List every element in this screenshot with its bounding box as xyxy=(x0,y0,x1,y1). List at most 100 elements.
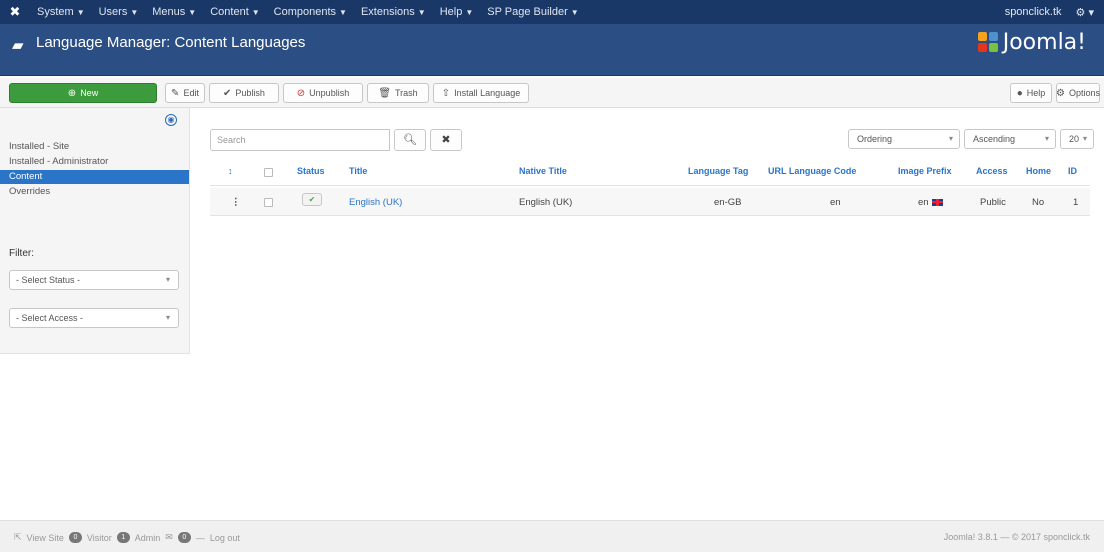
help-button-label: Help xyxy=(1026,88,1046,98)
publish-button-label: Publish xyxy=(235,88,265,98)
ordering-value: Ordering xyxy=(857,134,893,144)
new-button-label: New xyxy=(80,88,99,98)
upload-icon: ⇧ xyxy=(441,87,451,99)
row-access: Public xyxy=(980,197,1006,208)
select-all-checkbox[interactable] xyxy=(264,168,273,177)
access-column-header[interactable]: Access xyxy=(976,166,1008,176)
ordering-column-header[interactable]: ↕ xyxy=(228,166,233,176)
admin-label: Admin xyxy=(134,532,161,543)
edit-icon: ✎ xyxy=(171,87,180,99)
table-header-divider xyxy=(210,185,1090,186)
new-button[interactable]: ⊕ New xyxy=(9,83,157,103)
row-image-prefix-text: en xyxy=(918,197,929,208)
menu-content-label: Content xyxy=(210,6,249,18)
access-filter-select[interactable]: - Select Access - ▾ xyxy=(9,308,179,328)
caret-down-icon: ▼ xyxy=(251,8,260,17)
menu-menus[interactable]: Menus ▼ xyxy=(145,6,203,18)
options-button[interactable]: ⚙ Options xyxy=(1056,83,1100,103)
status-filter-select[interactable]: - Select Status - ▾ xyxy=(9,270,179,290)
unpublish-button[interactable]: ⊘ Unpublish xyxy=(283,83,363,103)
native-title-column-header[interactable]: Native Title xyxy=(519,166,567,176)
search-button[interactable]: 🔍︎ xyxy=(394,129,426,151)
edit-button[interactable]: ✎ Edit xyxy=(165,83,205,103)
unpublish-icon: ⊘ xyxy=(296,87,306,99)
publish-button[interactable]: ✔ Publish xyxy=(209,83,279,103)
sidebar-item-installed-administrator[interactable]: Installed - Administrator xyxy=(0,155,189,169)
row-title-link[interactable]: English (UK) xyxy=(349,197,402,208)
version-text: Joomla! 3.8.1 — © 2017 sponclick.tk xyxy=(943,532,1090,542)
joomla-logo-icon xyxy=(977,31,1000,54)
dropdown-arrow-icon: ▾ xyxy=(948,134,953,143)
search-input[interactable]: Search xyxy=(210,129,390,151)
row-id: 1 xyxy=(1073,197,1079,208)
table-row-divider xyxy=(210,215,1090,216)
options-button-label: Options xyxy=(1068,88,1100,98)
title-column-header[interactable]: Title xyxy=(349,166,367,176)
menu-help[interactable]: Help ▼ xyxy=(433,6,481,18)
limit-value: 20 xyxy=(1069,134,1080,144)
language-tag-column-header[interactable]: Language Tag xyxy=(688,166,748,176)
caret-down-icon: ▼ xyxy=(76,8,85,17)
joomla-icon[interactable]: ✖ xyxy=(0,4,30,20)
menu-sp-page-builder[interactable]: SP Page Builder ▼ xyxy=(480,6,585,18)
drag-handle-icon[interactable]: ⋮ xyxy=(231,197,241,208)
sidebar-item-installed-site[interactable]: Installed - Site xyxy=(0,140,189,154)
direction-select[interactable]: Ascending ▾ xyxy=(964,129,1056,149)
menu-users[interactable]: Users ▼ xyxy=(92,6,146,18)
menu-content[interactable]: Content ▼ xyxy=(203,6,266,18)
uk-flag-icon xyxy=(931,198,943,206)
sidebar: ◉ Installed - Site Installed - Administr… xyxy=(0,108,190,354)
direction-value: Ascending xyxy=(973,134,1016,144)
row-url-code: en xyxy=(830,197,841,208)
gear-icon[interactable]: ⚙ ▾ xyxy=(1076,6,1094,19)
menu-components-label: Components xyxy=(273,6,337,18)
caret-down-icon: ▼ xyxy=(417,8,426,17)
logout-link[interactable]: Log out xyxy=(210,533,240,543)
image-prefix-column-header[interactable]: Image Prefix xyxy=(898,166,952,176)
menu-help-label: Help xyxy=(439,6,463,18)
ordering-select[interactable]: Ordering ▾ xyxy=(848,129,960,149)
trash-icon: 🗑 xyxy=(378,87,392,99)
caret-down-icon: ▼ xyxy=(188,8,197,17)
status-column-header[interactable]: Status xyxy=(297,166,325,176)
help-button[interactable]: ● Help xyxy=(1010,83,1052,103)
menu-components[interactable]: Components ▼ xyxy=(267,6,354,18)
check-icon: ✔ xyxy=(223,87,232,99)
row-checkbox[interactable] xyxy=(264,198,273,207)
row-image-prefix: en xyxy=(918,197,943,208)
sidebar-item-overrides[interactable]: Overrides xyxy=(0,185,189,199)
site-name-link[interactable]: sponclick.tk xyxy=(1005,6,1062,18)
page-header: ▰ Language Manager: Content Languages Jo… xyxy=(0,24,1104,76)
menu-menus-label: Menus xyxy=(152,6,186,18)
home-column-header[interactable]: Home xyxy=(1026,166,1051,176)
id-column-header[interactable]: ID xyxy=(1068,166,1077,176)
toolbar: ⊕ New ✎ Edit ✔ Publish ⊘ Unpublish 🗑 Trash ⇧ I… xyxy=(0,78,1104,108)
plus-icon: ⊕ xyxy=(67,87,77,99)
trash-button[interactable]: 🗑 Trash xyxy=(367,83,429,103)
question-icon: ● xyxy=(1016,87,1023,99)
dropdown-arrow-icon: ▾ xyxy=(165,313,170,322)
edit-button-label: Edit xyxy=(183,88,199,98)
messages-count-badge[interactable]: 0 xyxy=(177,532,191,543)
ordering-header-label: ↕ xyxy=(228,166,233,176)
menu-system-label: System xyxy=(37,6,74,18)
trash-button-label: Trash xyxy=(395,88,418,98)
published-status-toggle[interactable]: ✔ xyxy=(302,193,322,206)
row-language-tag: en-GB xyxy=(714,197,742,208)
caret-down-icon: ▼ xyxy=(130,8,139,17)
sidebar-toggle-icon[interactable]: ◉ xyxy=(165,114,177,126)
menu-users-label: Users xyxy=(98,6,128,18)
gear-icon: ⚙ xyxy=(1056,87,1065,99)
visitors-label: Visitor xyxy=(86,532,112,543)
limit-select[interactable]: 20 ▾ xyxy=(1060,129,1094,149)
close-icon: ✖ xyxy=(441,134,451,146)
install-language-button[interactable]: ⇧ Install Language xyxy=(433,83,529,103)
clear-search-button[interactable]: ✖ xyxy=(430,129,462,151)
joomla-brand-logo: Joomla! xyxy=(977,30,1086,55)
view-site-link[interactable]: View Site xyxy=(27,533,64,543)
url-code-column-header[interactable]: URL Language Code xyxy=(768,166,856,176)
sidebar-item-content[interactable]: Content xyxy=(0,170,189,184)
menu-system[interactable]: System ▼ xyxy=(30,6,92,18)
status-filter-value: - Select Status - xyxy=(16,275,81,285)
menu-extensions[interactable]: Extensions ▼ xyxy=(354,6,433,18)
